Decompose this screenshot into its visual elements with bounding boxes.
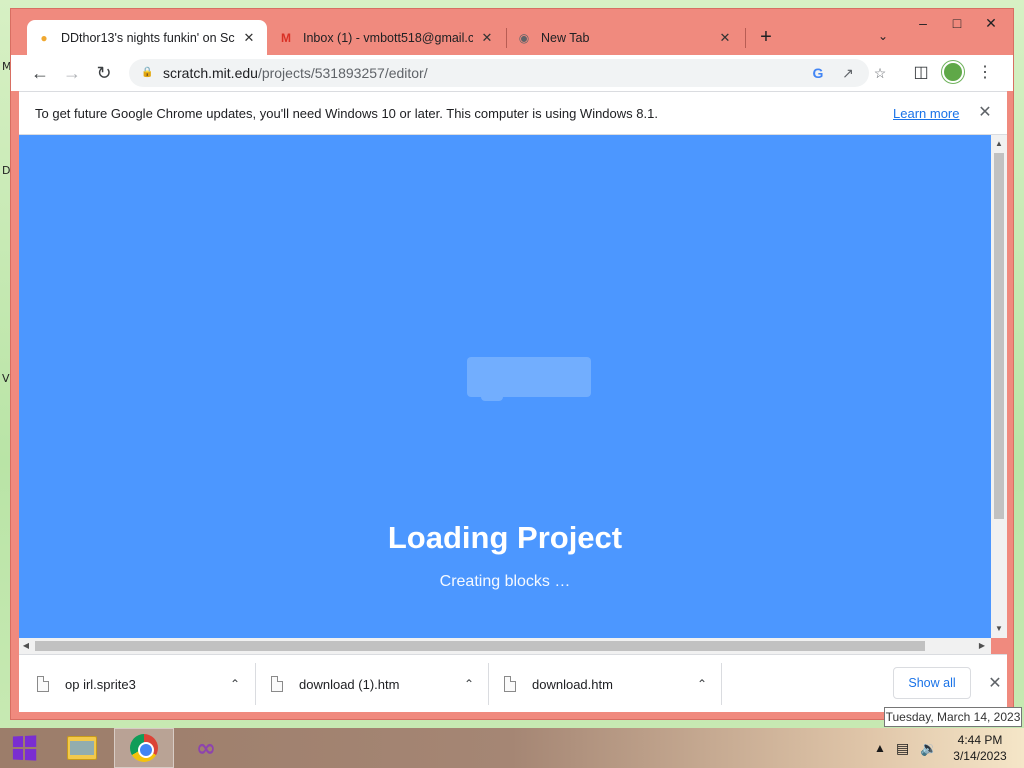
profile-avatar[interactable]: [941, 60, 965, 84]
tab-scratch-project[interactable]: ● DDthor13's nights funkin' on Scr ✕: [27, 20, 267, 55]
tab-new-tab[interactable]: ◉ New Tab ✕: [507, 20, 743, 55]
tab-title: DDthor13's nights funkin' on Scr: [61, 30, 235, 45]
scroll-right-icon[interactable]: ▶: [975, 638, 989, 654]
share-icon[interactable]: ↗: [837, 59, 859, 87]
system-clock[interactable]: 4:44 PM 3/14/2023: [948, 732, 1012, 764]
scroll-left-icon[interactable]: ◀: [19, 638, 33, 654]
file-explorer-icon: [67, 736, 97, 760]
clock-time: 4:44 PM: [957, 733, 1003, 747]
download-separator: [488, 663, 489, 705]
close-tab-icon[interactable]: ✕: [479, 30, 495, 46]
file-icon: [504, 676, 516, 692]
desktop-icon-label: V: [2, 372, 10, 385]
download-filename: download.htm: [532, 676, 613, 692]
new-tab-button[interactable]: +: [755, 27, 777, 49]
tab-title: Inbox (1) - vmbott518@gmail.co: [303, 30, 473, 45]
scroll-thumb[interactable]: [994, 153, 1004, 519]
download-item[interactable]: op irl.sprite3 ⌃: [23, 661, 255, 707]
google-lens-icon[interactable]: G: [807, 59, 829, 87]
close-tab-icon[interactable]: ✕: [241, 30, 257, 46]
minimize-icon[interactable]: –: [906, 11, 940, 35]
chrome-icon: ◉: [518, 30, 530, 45]
infobar-message: To get future Google Chrome updates, you…: [35, 106, 658, 121]
scroll-down-icon[interactable]: ▼: [991, 622, 1007, 636]
tray-expand-icon[interactable]: ▲: [874, 728, 886, 768]
reload-icon[interactable]: ↻: [92, 61, 116, 85]
taskbar: ∞ ▲ ▤ 🔉 4:44 PM 3/14/2023: [0, 728, 1024, 768]
bookmark-star-icon[interactable]: ☆: [869, 59, 891, 87]
taskbar-chrome[interactable]: [114, 728, 174, 768]
visual-studio-icon: ∞: [196, 734, 216, 762]
maximize-icon[interactable]: □: [940, 11, 974, 35]
download-item[interactable]: download.htm ⌃: [490, 661, 722, 707]
forward-arrow-icon[interactable]: →: [60, 61, 84, 85]
lock-icon: 🔒: [141, 67, 154, 78]
tab-strip: ● DDthor13's nights funkin' on Scr ✕ M I…: [11, 9, 1013, 55]
tab-gmail-inbox[interactable]: M Inbox (1) - vmbott518@gmail.co ✕: [269, 20, 505, 55]
horizontal-scrollbar[interactable]: ◀ ▶: [19, 638, 991, 654]
download-filename: download (1).htm: [299, 676, 400, 692]
date-tooltip: Tuesday, March 14, 2023: [884, 707, 1022, 727]
scratch-loading-screen: Loading Project Creating blocks …: [19, 135, 991, 638]
menu-kebab-icon[interactable]: ⋮: [973, 61, 997, 85]
scroll-thumb[interactable]: [35, 641, 925, 651]
download-separator: [721, 663, 722, 705]
tab-title: New Tab: [541, 30, 590, 45]
close-tab-icon[interactable]: ✕: [717, 30, 733, 46]
scroll-up-icon[interactable]: ▲: [991, 137, 1007, 151]
close-window-icon[interactable]: ✕: [974, 11, 1008, 35]
loading-status: Creating blocks …: [439, 573, 571, 590]
url-text: scratch.mit.edu/projects/531893257/edito…: [163, 65, 428, 81]
loading-title: Loading Project: [387, 520, 623, 555]
taskbar-file-explorer[interactable]: [52, 728, 112, 768]
download-separator: [255, 663, 256, 705]
close-infobar-icon[interactable]: ✕: [975, 102, 995, 122]
start-button[interactable]: [0, 728, 48, 768]
url-host: scratch.mit.edu: [163, 65, 258, 81]
windows-logo-icon: [12, 735, 37, 761]
update-infobar: To get future Google Chrome updates, you…: [19, 91, 1007, 135]
learn-more-link[interactable]: Learn more: [893, 106, 959, 121]
download-item[interactable]: download (1).htm ⌃: [257, 661, 489, 707]
loading-block-icon: [467, 357, 591, 401]
tab-search-chevron-icon[interactable]: ⌄: [875, 29, 891, 45]
address-bar[interactable]: 🔒 scratch.mit.edu/projects/531893257/edi…: [129, 59, 886, 87]
taskbar-visual-studio[interactable]: ∞: [176, 728, 236, 768]
download-filename: op irl.sprite3: [65, 676, 136, 692]
chrome-icon: [130, 734, 158, 762]
vertical-scrollbar[interactable]: ▲ ▼: [991, 135, 1007, 638]
show-all-button[interactable]: Show all: [893, 667, 971, 699]
file-icon: [37, 676, 49, 692]
browser-toolbar: ← → ↻ 🔒 scratch.mit.edu/projects/5318932…: [11, 55, 1013, 91]
scratch-icon: ●: [40, 30, 48, 45]
file-icon: [271, 676, 283, 692]
chevron-up-icon[interactable]: ⌃: [225, 677, 245, 691]
clock-date: 3/14/2023: [953, 749, 1007, 763]
chevron-up-icon[interactable]: ⌃: [459, 677, 479, 691]
back-arrow-icon[interactable]: ←: [28, 61, 52, 85]
chrome-window: ● DDthor13's nights funkin' on Scr ✕ M I…: [10, 8, 1014, 720]
tab-separator: [745, 28, 746, 48]
close-downloads-icon[interactable]: ✕: [985, 673, 1005, 693]
downloads-bar: op irl.sprite3 ⌃ download (1).htm ⌃ down…: [19, 654, 1007, 712]
gmail-icon: M: [281, 30, 291, 45]
url-path: /projects/531893257/editor/: [257, 65, 428, 81]
chevron-up-icon[interactable]: ⌃: [692, 677, 712, 691]
side-panel-icon[interactable]: ◫: [909, 61, 933, 85]
volume-icon[interactable]: 🔉: [920, 728, 937, 768]
network-icon[interactable]: ▤: [896, 728, 909, 768]
